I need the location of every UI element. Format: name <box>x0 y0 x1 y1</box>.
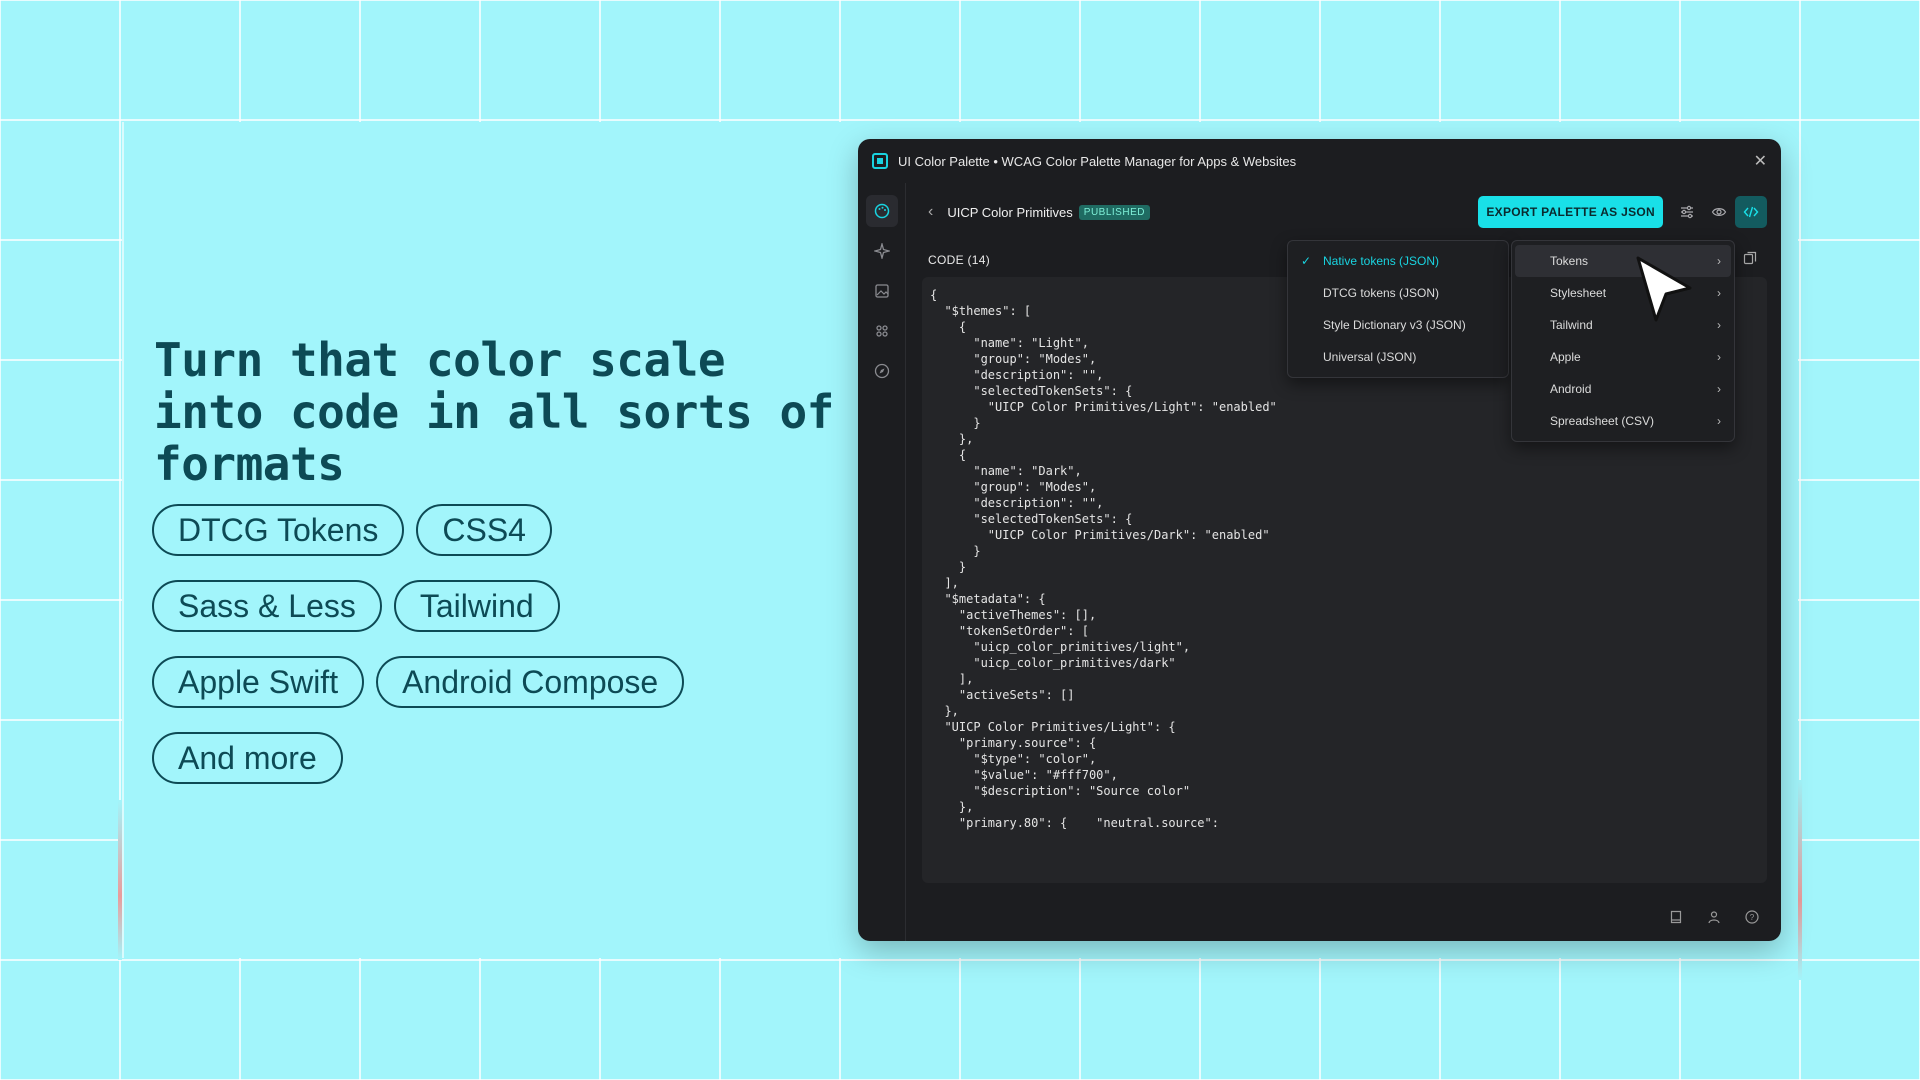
submenu-item-style-dictionary[interactable]: Style Dictionary v3 (JSON) <box>1288 309 1508 341</box>
submenu-item-dtcg-tokens[interactable]: DTCG tokens (JSON) <box>1288 277 1508 309</box>
sparkle-icon[interactable] <box>866 235 898 267</box>
menu-item-tailwind[interactable]: Tailwind › <box>1515 309 1731 341</box>
chevron-right-icon: › <box>1717 286 1721 300</box>
apps-grid-icon[interactable] <box>866 315 898 347</box>
palette-header: ‹ UICP Color Primitives PUBLISHED EXPORT… <box>922 195 1767 229</box>
copy-icon[interactable] <box>1743 251 1757 268</box>
status-badge: PUBLISHED <box>1078 204 1150 220</box>
headline: Turn that color scale into code in all s… <box>154 333 834 491</box>
pill-and-more: And more <box>152 732 343 784</box>
user-icon[interactable] <box>1707 910 1721 927</box>
code-icon[interactable] <box>1735 196 1767 228</box>
chevron-right-icon: › <box>1717 350 1721 364</box>
book-icon[interactable] <box>1669 910 1683 927</box>
svg-text:?: ? <box>1750 913 1755 922</box>
image-icon[interactable] <box>866 275 898 307</box>
edge-glow <box>118 800 122 960</box>
mouse-pointer-icon <box>1636 256 1692 322</box>
format-submenu: ✓ Native tokens (JSON) DTCG tokens (JSON)… <box>1287 240 1509 378</box>
menu-item-stylesheet[interactable]: Stylesheet › <box>1515 277 1731 309</box>
export-button[interactable]: EXPORT PALETTE AS JSON <box>1478 196 1663 228</box>
format-menu: Tokens › Stylesheet › Tailwind › Apple › And… <box>1511 240 1735 442</box>
pill-sass-less: Sass & Less <box>152 580 382 632</box>
pill-android-compose: Android Compose <box>376 656 685 708</box>
close-icon[interactable]: ✕ <box>1754 151 1767 171</box>
submenu-item-native-tokens[interactable]: ✓ Native tokens (JSON) <box>1288 245 1508 277</box>
sidebar <box>858 183 906 941</box>
compass-icon[interactable] <box>866 355 898 387</box>
window-title: UI Color Palette • WCAG Color Palette Ma… <box>898 153 1297 169</box>
title-bar: UI Color Palette • WCAG Color Palette Ma… <box>858 139 1781 183</box>
menu-item-tokens[interactable]: Tokens › <box>1515 245 1731 277</box>
app-logo-icon <box>872 153 888 169</box>
footer-icons: ? <box>1669 910 1759 927</box>
eye-icon[interactable] <box>1703 196 1735 228</box>
chevron-right-icon: › <box>1717 318 1721 332</box>
help-icon[interactable]: ? <box>1745 910 1759 927</box>
settings-sliders-icon[interactable] <box>1671 196 1703 228</box>
palette-icon[interactable] <box>865 195 898 227</box>
chevron-right-icon: › <box>1717 254 1721 268</box>
check-icon: ✓ <box>1301 254 1312 268</box>
pill-tailwind: Tailwind <box>393 580 560 632</box>
edge-glow <box>1798 780 1802 980</box>
pill-css4: CSS4 <box>416 504 552 556</box>
menu-item-android[interactable]: Android › <box>1515 373 1731 405</box>
chevron-right-icon: › <box>1717 382 1721 396</box>
chevron-right-icon: › <box>1717 414 1721 428</box>
format-pills: DTCG Tokens CSS4 Sass & Less Tailwind Ap… <box>152 504 852 784</box>
menu-item-apple[interactable]: Apple › <box>1515 341 1731 373</box>
palette-name: UICP Color Primitives <box>947 204 1073 220</box>
menu-item-spreadsheet[interactable]: Spreadsheet (CSV) › <box>1515 405 1731 437</box>
code-label: CODE (14) <box>928 253 991 267</box>
submenu-item-universal[interactable]: Universal (JSON) <box>1288 341 1508 373</box>
back-chevron-icon[interactable]: ‹ <box>928 203 933 221</box>
pill-dtcg-tokens: DTCG Tokens <box>152 504 405 556</box>
pill-apple-swift: Apple Swift <box>152 656 365 708</box>
